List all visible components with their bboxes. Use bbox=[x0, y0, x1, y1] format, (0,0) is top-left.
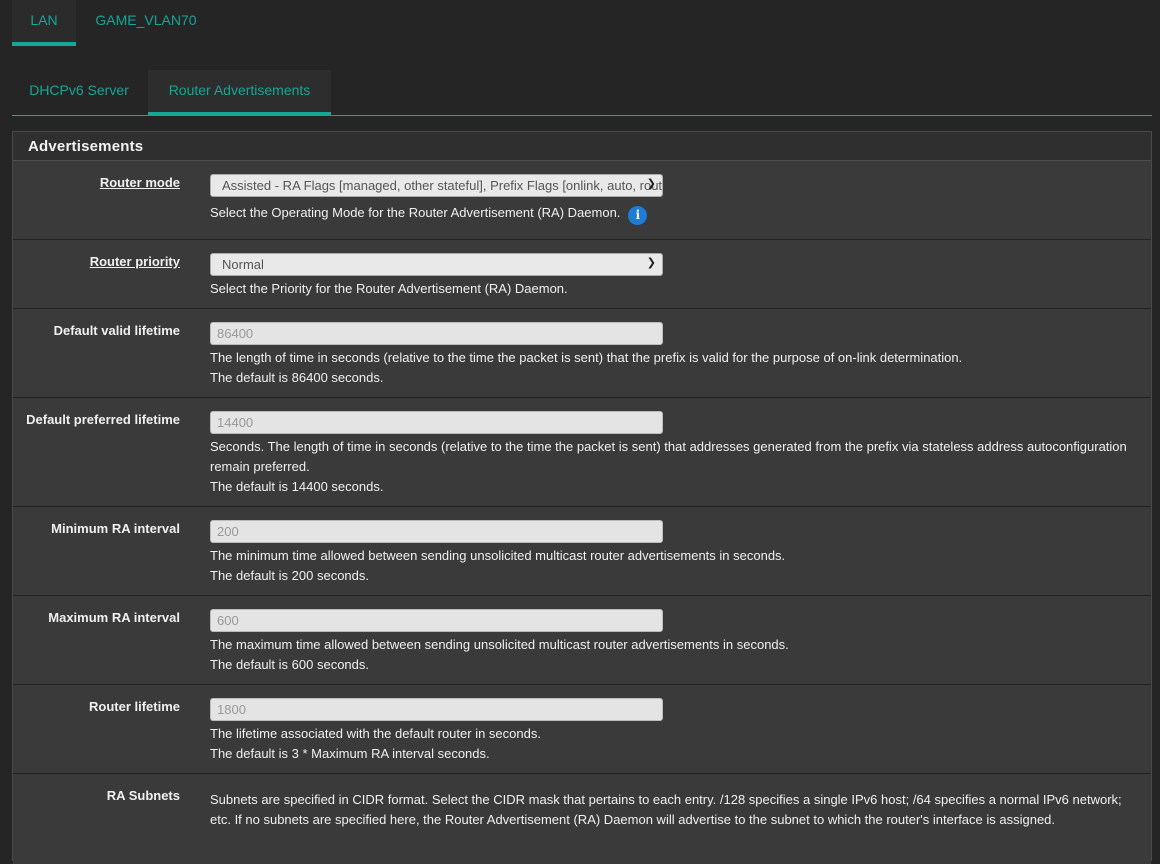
chevron-down-icon: ❯ bbox=[646, 257, 656, 269]
info-icon[interactable]: i bbox=[628, 206, 648, 225]
router-mode-row: Router mode Assisted - RA Flags [managed… bbox=[13, 161, 1151, 240]
default-valid-lifetime-label: Default valid lifetime bbox=[53, 323, 180, 338]
ra-subnets-label: RA Subnets bbox=[106, 788, 180, 803]
tab-lan[interactable]: LAN bbox=[12, 0, 76, 46]
minimum-ra-interval-input[interactable]: 200 bbox=[210, 520, 663, 543]
maximum-ra-interval-input[interactable]: 600 bbox=[210, 609, 663, 632]
default-preferred-lifetime-input[interactable]: 14400 bbox=[210, 411, 663, 434]
maximum-ra-interval-row: Maximum RA interval 600 The maximum time… bbox=[13, 596, 1151, 685]
default-valid-lifetime-row: Default valid lifetime 86400 The length … bbox=[13, 309, 1151, 398]
tab-router-advertisements[interactable]: Router Advertisements bbox=[148, 70, 331, 116]
router-lifetime-label: Router lifetime bbox=[88, 699, 180, 714]
help-text: The lifetime associated with the default… bbox=[210, 726, 541, 741]
router-lifetime-input[interactable]: 1800 bbox=[210, 698, 663, 721]
router-priority-label[interactable]: Router priority bbox=[90, 254, 180, 269]
maximum-ra-interval-label: Maximum RA interval bbox=[48, 610, 180, 625]
tab-label: LAN bbox=[30, 12, 58, 28]
help-text: The maximum time allowed between sending… bbox=[210, 637, 789, 652]
tab-label: Router Advertisements bbox=[168, 82, 311, 98]
advertisements-panel: Advertisements Router mode Assisted - RA… bbox=[12, 131, 1152, 864]
select-value: Normal bbox=[222, 257, 264, 272]
minimum-ra-interval-label: Minimum RA interval bbox=[51, 521, 180, 536]
router-lifetime-row: Router lifetime 1800 The lifetime associ… bbox=[13, 685, 1151, 774]
router-priority-select[interactable]: Normal ❯ bbox=[210, 253, 663, 276]
router-mode-help: Select the Operating Mode for the Router… bbox=[210, 203, 1140, 225]
tab-label: DHCPv6 Server bbox=[29, 82, 129, 98]
help-text: Subnets are specified in CIDR format. Se… bbox=[210, 792, 1122, 827]
help-default: The default is 86400 seconds. bbox=[210, 370, 384, 385]
service-tabs: DHCPv6 Server Router Advertisements bbox=[12, 70, 1152, 116]
default-preferred-lifetime-row: Default preferred lifetime 14400 Seconds… bbox=[13, 398, 1151, 507]
router-mode-label[interactable]: Router mode bbox=[100, 175, 180, 190]
chevron-down-icon: ❯ bbox=[646, 178, 656, 190]
tab-label: GAME_VLAN70 bbox=[95, 12, 197, 28]
router-priority-help: Select the Priority for the Router Adver… bbox=[210, 281, 568, 296]
help-text: Seconds. The length of time in seconds (… bbox=[210, 439, 1127, 474]
interface-tabs: LAN GAME_VLAN70 bbox=[0, 0, 1160, 46]
help-default: The default is 14400 seconds. bbox=[210, 479, 384, 494]
default-valid-lifetime-input[interactable]: 86400 bbox=[210, 322, 663, 345]
router-mode-select[interactable]: Assisted - RA Flags [managed, other stat… bbox=[210, 174, 663, 197]
select-value: Assisted - RA Flags [managed, other stat… bbox=[222, 178, 663, 193]
minimum-ra-interval-row: Minimum RA interval 200 The minimum time… bbox=[13, 507, 1151, 596]
ra-subnets-row: RA Subnets Subnets are specified in CIDR… bbox=[13, 774, 1151, 864]
help-text: Select the Operating Mode for the Router… bbox=[210, 205, 621, 220]
tab-game-vlan70[interactable]: GAME_VLAN70 bbox=[84, 0, 208, 46]
help-text: The length of time in seconds (relative … bbox=[210, 350, 963, 365]
help-default: The default is 200 seconds. bbox=[210, 568, 369, 583]
help-text: The minimum time allowed between sending… bbox=[210, 548, 786, 563]
help-default: The default is 600 seconds. bbox=[210, 657, 369, 672]
help-default: The default is 3 * Maximum RA interval s… bbox=[210, 746, 490, 761]
default-preferred-lifetime-label: Default preferred lifetime bbox=[26, 412, 180, 427]
panel-title: Advertisements bbox=[13, 132, 1151, 161]
tab-dhcpv6-server[interactable]: DHCPv6 Server bbox=[12, 70, 146, 115]
router-priority-row: Router priority Normal ❯ Select the Prio… bbox=[13, 240, 1151, 309]
